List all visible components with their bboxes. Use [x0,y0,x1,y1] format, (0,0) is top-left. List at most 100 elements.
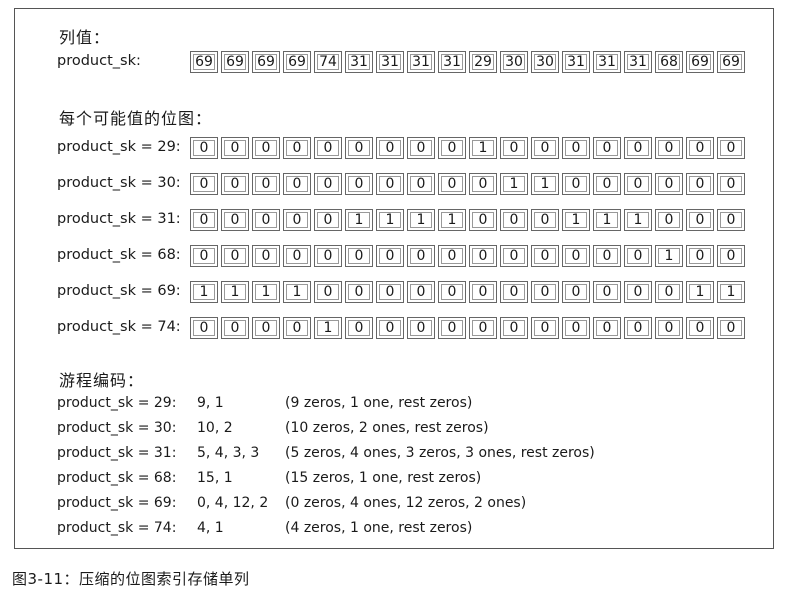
bit-cell: 1 [376,209,404,231]
value-cell: 69 [190,51,218,73]
bit-cell: 1 [407,209,435,231]
bit-cell: 0 [562,137,590,159]
bit-cell: 0 [593,317,621,339]
bit-cell: 0 [376,281,404,303]
value-cell: 30 [531,51,559,73]
bit-cell: 0 [500,137,528,159]
bit-cell: 0 [624,173,652,195]
bit-cell: 0 [717,209,745,231]
bit-cell: 0 [469,281,497,303]
bit-cell: 0 [624,281,652,303]
bit-cell: 0 [531,137,559,159]
bit-cell: 0 [593,137,621,159]
bit-cell: 0 [252,317,280,339]
bitmap-row: 000001111000111000 [190,209,745,231]
bit-cell: 0 [190,173,218,195]
bit-cell: 0 [314,209,342,231]
bit-cell: 0 [438,173,466,195]
bitmap-row-label: product_sk = 31: [57,211,181,227]
value-cell: 29 [469,51,497,73]
bitmap-row-label: product_sk = 68: [57,247,181,263]
value-cell: 74 [314,51,342,73]
bit-cell: 0 [531,245,559,267]
rle-row-note: (15 zeros, 1 one, rest zeros) [285,470,482,486]
bit-cell: 1 [500,173,528,195]
bit-cell: 0 [345,137,373,159]
bitmap-row: 000000000011000000 [190,173,745,195]
bit-cell: 1 [655,245,683,267]
figure-caption: 图3-11：压缩的位图索引存储单列 [12,570,250,588]
rle-row-code: 4, 1 [197,520,224,536]
bit-cell: 0 [655,173,683,195]
bit-cell: 1 [190,281,218,303]
value-cell: 31 [562,51,590,73]
bit-cell: 0 [593,245,621,267]
rle-row-note: (5 zeros, 4 ones, 3 zeros, 3 ones, rest … [285,445,595,461]
bit-cell: 0 [469,317,497,339]
value-cell: 31 [438,51,466,73]
bitmap-row-label: product_sk = 74: [57,319,181,335]
bit-cell: 0 [438,317,466,339]
bit-cell: 0 [655,281,683,303]
bit-cell: 0 [252,245,280,267]
bit-cell: 0 [686,209,714,231]
rle-row-note: (10 zeros, 2 ones, rest zeros) [285,420,489,436]
rle-row-code: 9, 1 [197,395,224,411]
bit-cell: 0 [283,245,311,267]
bit-cell: 0 [593,173,621,195]
bit-cell: 0 [407,317,435,339]
bit-cell: 1 [469,137,497,159]
value-cell: 69 [283,51,311,73]
bit-cell: 0 [438,137,466,159]
bit-cell: 0 [717,317,745,339]
rle-row-code: 15, 1 [197,470,233,486]
bit-cell: 1 [531,173,559,195]
rle-row-note: (0 zeros, 4 ones, 12 zeros, 2 ones) [285,495,527,511]
bit-cell: 0 [686,173,714,195]
rle-row-note: (4 zeros, 1 one, rest zeros) [285,520,473,536]
bit-cell: 0 [314,281,342,303]
bit-cell: 0 [655,137,683,159]
bit-cell: 0 [345,245,373,267]
bit-cell: 0 [686,317,714,339]
bit-cell: 0 [283,137,311,159]
bit-cell: 0 [500,245,528,267]
bit-cell: 0 [314,173,342,195]
bit-cell: 0 [717,245,745,267]
value-cell: 31 [376,51,404,73]
bitmap-row: 111100000000000011 [190,281,745,303]
bit-cell: 0 [221,317,249,339]
bit-cell: 0 [500,281,528,303]
run-length-heading: 游程编码： [59,371,145,390]
bit-cell: 1 [686,281,714,303]
bit-cell: 0 [438,245,466,267]
bit-cell: 0 [221,137,249,159]
bit-cell: 0 [717,137,745,159]
bit-cell: 0 [500,317,528,339]
bit-cell: 0 [624,317,652,339]
bit-cell: 0 [562,317,590,339]
bit-cell: 0 [562,281,590,303]
bitmap-row: 000010000000000000 [190,317,745,339]
bit-cell: 0 [407,173,435,195]
bit-cell: 0 [531,209,559,231]
value-cell: 69 [252,51,280,73]
bit-cell: 0 [252,137,280,159]
bit-cell: 0 [252,173,280,195]
bit-cell: 0 [686,137,714,159]
bit-cell: 1 [345,209,373,231]
bit-cell: 0 [314,245,342,267]
bit-cell: 0 [438,281,466,303]
bit-cell: 0 [221,173,249,195]
bit-cell: 0 [376,137,404,159]
bitmap-row: 000000000000000100 [190,245,745,267]
bit-cell: 0 [190,209,218,231]
value-cell: 31 [345,51,373,73]
bit-cell: 0 [531,281,559,303]
rle-row-label: product_sk = 69: [57,495,177,511]
bit-cell: 0 [655,317,683,339]
bit-cell: 1 [717,281,745,303]
bit-cell: 0 [407,245,435,267]
bit-cell: 0 [190,317,218,339]
column-values-label: product_sk: [57,53,141,69]
